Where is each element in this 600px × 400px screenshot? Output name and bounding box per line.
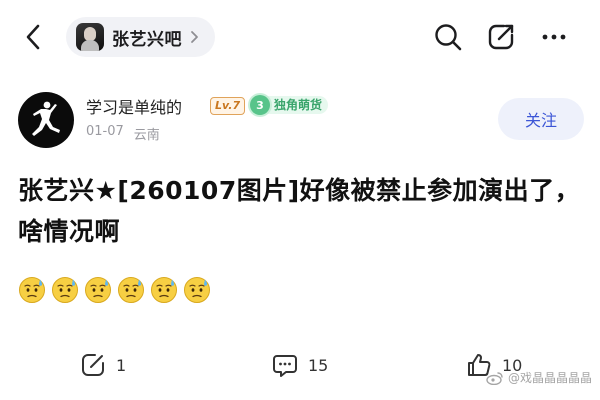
jumpman-logo-icon [32,101,60,136]
diamond-icon: 3 [250,95,270,115]
reply-count: 1 [116,355,127,375]
comment-button[interactable]: 15 [272,350,328,380]
worried-sweat-emoji [183,276,211,304]
search-icon [435,24,462,51]
post-location: 云南 [133,128,160,143]
fan-badge: 3 独角萌货 [250,95,329,115]
worried-sweat-emoji [117,276,145,304]
post-author: 学习是单纯的 Lv.7 3 独角萌货 01-07 云南 关注 [18,88,584,152]
forum-name: 张艺兴吧 [112,29,182,50]
more-dots-icon [542,34,566,40]
worried-sweat-emoji [84,276,112,304]
reply-button[interactable]: 1 [80,350,126,380]
top-navigation-bar: 张艺兴吧 [0,0,600,76]
worried-sweat-emoji [150,276,178,304]
watermark-text: @戏晶晶晶晶晶 [507,371,592,385]
post-date: 01-07 [86,124,124,139]
edit-reply-icon [82,354,104,376]
worried-sweat-emoji [51,276,79,304]
share-button[interactable] [484,20,518,54]
follow-button[interactable]: 关注 [498,98,584,140]
weibo-logo-icon [486,371,503,385]
back-arrow-icon [26,24,40,50]
worried-sweat-emoji [18,276,46,304]
author-name[interactable]: 学习是单纯的 [86,94,182,118]
author-avatar[interactable] [18,92,74,148]
level-badge: Lv.7 [210,97,246,115]
emoji-row [18,276,211,304]
watermark: @戏晶晶晶晶晶 [486,369,592,386]
forum-entry-button[interactable]: 张艺兴吧 [66,17,215,57]
back-button[interactable] [18,20,48,54]
more-options-button[interactable] [537,20,571,54]
comment-count: 15 [308,355,329,375]
share-icon [488,24,514,50]
forum-avatar [76,23,104,51]
chevron-right-icon [190,30,199,44]
post-title: 张艺兴★[260107图片]好像被禁止参加演出了，啥情况啊 [18,176,581,246]
comment-icon [273,355,297,377]
fan-badge-label: 独角萌货 [264,96,329,114]
search-button[interactable] [431,20,465,54]
post-meta: 01-07 云南 [86,124,160,143]
